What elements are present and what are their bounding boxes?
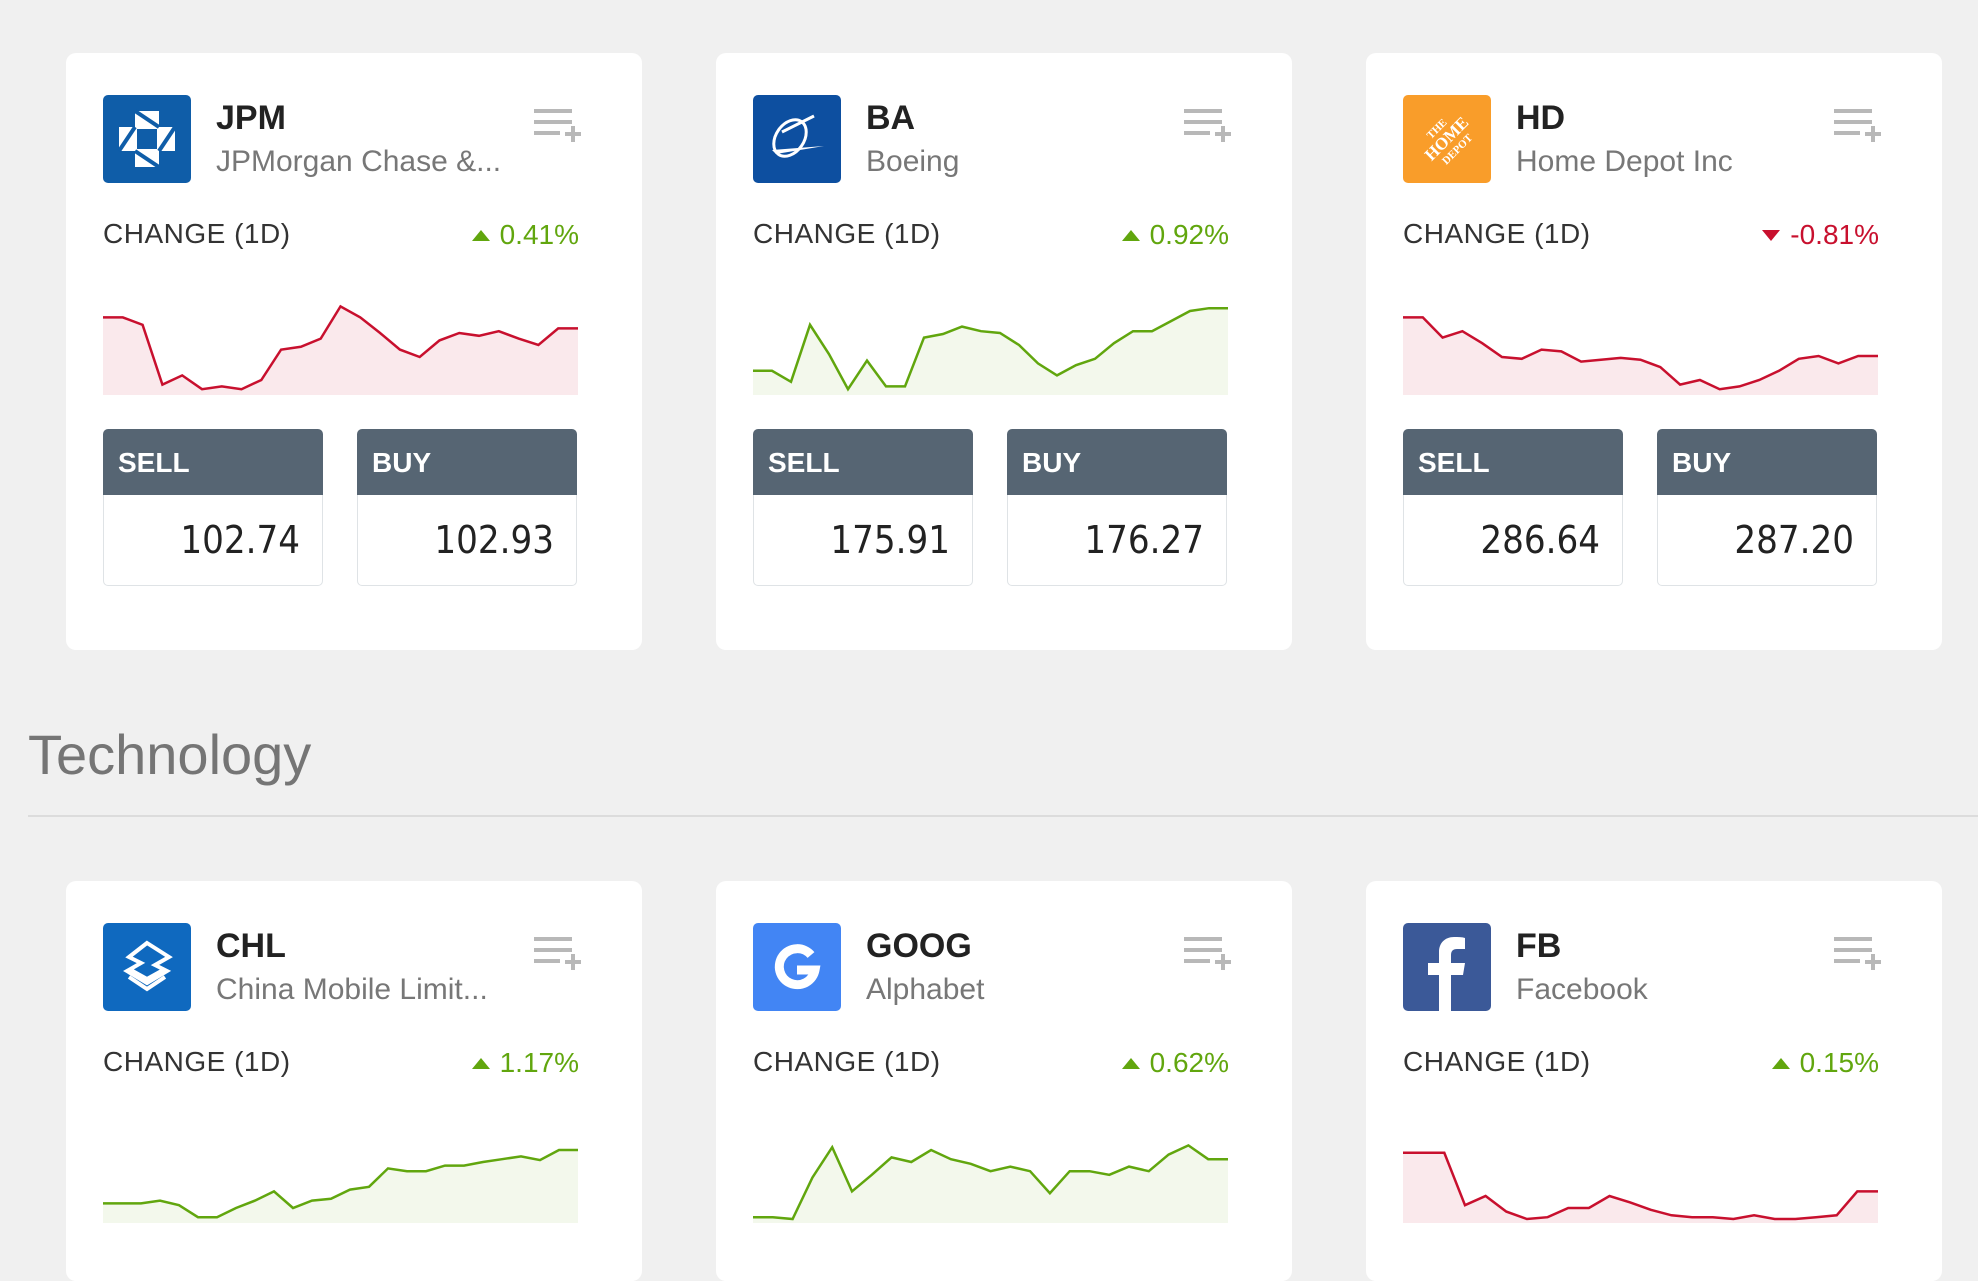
company-name: Alphabet (866, 973, 985, 1006)
sell-button[interactable]: SELL 286.64 (1403, 429, 1623, 587)
section-divider (28, 815, 1978, 817)
add-to-watchlist-icon[interactable] (532, 935, 584, 975)
ticker-symbol[interactable]: GOOG (866, 927, 972, 966)
arrow-up-icon (471, 1057, 490, 1069)
add-to-watchlist-icon[interactable] (1182, 935, 1234, 975)
ticker-symbol[interactable]: HD (1516, 99, 1565, 138)
add-to-watchlist-icon[interactable] (532, 107, 584, 147)
sparkline-chart (103, 304, 578, 395)
instrument-card-fb[interactable]: FB Facebook CHANGE (1D) 0.15% (1366, 881, 1942, 1281)
instrument-card-chl[interactable]: CHL China Mobile Limit... CHANGE (1D) 1.… (66, 881, 642, 1281)
china-mobile-logo-icon (103, 923, 191, 1011)
sell-price: 175.91 (753, 495, 973, 586)
sparkline-chart (753, 306, 1228, 395)
change-value: 1.17% (471, 1047, 579, 1079)
sell-price: 102.74 (103, 495, 323, 586)
instrument-card-jpm[interactable]: JPM JPMorgan Chase &... CHANGE (1D) 0.41… (66, 53, 642, 650)
arrow-up-icon (1771, 1057, 1790, 1069)
sparkline-area (103, 1150, 578, 1223)
buy-label: BUY (357, 429, 577, 495)
ticker-symbol[interactable]: BA (866, 99, 915, 138)
sell-label: SELL (103, 429, 323, 495)
home-depot-logo-icon: THE HOME DEPOT (1403, 95, 1491, 183)
sparkline-area (753, 1145, 1228, 1223)
change-label: CHANGE (1D) (103, 218, 291, 249)
arrow-up-icon (1121, 229, 1140, 241)
buy-label: BUY (1657, 429, 1877, 495)
sell-price: 286.64 (1403, 495, 1623, 586)
company-name: Facebook (1516, 973, 1648, 1006)
sell-label: SELL (753, 429, 973, 495)
sparkline-chart (753, 1143, 1228, 1223)
add-to-watchlist-icon[interactable] (1832, 935, 1884, 975)
sparkline-area (103, 306, 578, 395)
chase-octagon-icon (103, 95, 191, 183)
buy-price: 102.93 (357, 495, 577, 586)
change-label: CHANGE (1D) (753, 218, 941, 249)
arrow-down-icon (1762, 229, 1781, 241)
company-name: China Mobile Limit... (216, 973, 488, 1006)
sparkline-chart (103, 1148, 578, 1223)
sell-label: SELL (1403, 429, 1623, 495)
change-value: 0.15% (1771, 1047, 1879, 1079)
change-value: 0.62% (1121, 1047, 1229, 1079)
buy-label: BUY (1007, 429, 1227, 495)
buy-button[interactable]: BUY 176.27 (1007, 429, 1227, 587)
google-g-icon (753, 923, 841, 1011)
sparkline-area (1403, 317, 1878, 395)
section-title: Technology (28, 723, 312, 786)
change-label: CHANGE (1D) (1403, 1046, 1591, 1077)
buy-button[interactable]: BUY 102.93 (357, 429, 577, 587)
sparkline-chart (1403, 1151, 1878, 1223)
sell-button[interactable]: SELL 175.91 (753, 429, 973, 587)
change-label: CHANGE (1D) (753, 1046, 941, 1077)
arrow-up-icon (1121, 1057, 1140, 1069)
facebook-f-icon (1403, 923, 1491, 1011)
ticker-symbol[interactable]: JPM (216, 99, 286, 138)
instrument-card-hd[interactable]: THE HOME DEPOT HD Home Depot Inc CHANGE … (1366, 53, 1942, 650)
change-value: 0.92% (1121, 219, 1229, 251)
buy-price: 287.20 (1657, 495, 1877, 586)
company-name: Boeing (866, 145, 960, 178)
buy-button[interactable]: BUY 287.20 (1657, 429, 1877, 587)
boeing-logo-icon (753, 95, 841, 183)
change-label: CHANGE (1D) (1403, 218, 1591, 249)
ticker-symbol[interactable]: FB (1516, 927, 1561, 966)
sell-button[interactable]: SELL 102.74 (103, 429, 323, 587)
change-label: CHANGE (1D) (103, 1046, 291, 1077)
buy-price: 176.27 (1007, 495, 1227, 586)
instrument-card-goog[interactable]: GOOG Alphabet CHANGE (1D) 0.62% (716, 881, 1292, 1281)
add-to-watchlist-icon[interactable] (1182, 107, 1234, 147)
change-value: 0.41% (471, 219, 579, 251)
instrument-card-ba[interactable]: BA Boeing CHANGE (1D) 0.92% SELL 175.91 … (716, 53, 1292, 650)
sparkline-area (1403, 1152, 1878, 1223)
company-name: Home Depot Inc (1516, 145, 1733, 178)
sparkline-area (753, 308, 1228, 395)
change-value: -0.81% (1762, 219, 1879, 251)
arrow-up-icon (471, 229, 490, 241)
add-to-watchlist-icon[interactable] (1832, 107, 1884, 147)
sparkline-chart (1403, 316, 1878, 395)
company-name: JPMorgan Chase &... (216, 145, 502, 178)
ticker-symbol[interactable]: CHL (216, 927, 286, 966)
